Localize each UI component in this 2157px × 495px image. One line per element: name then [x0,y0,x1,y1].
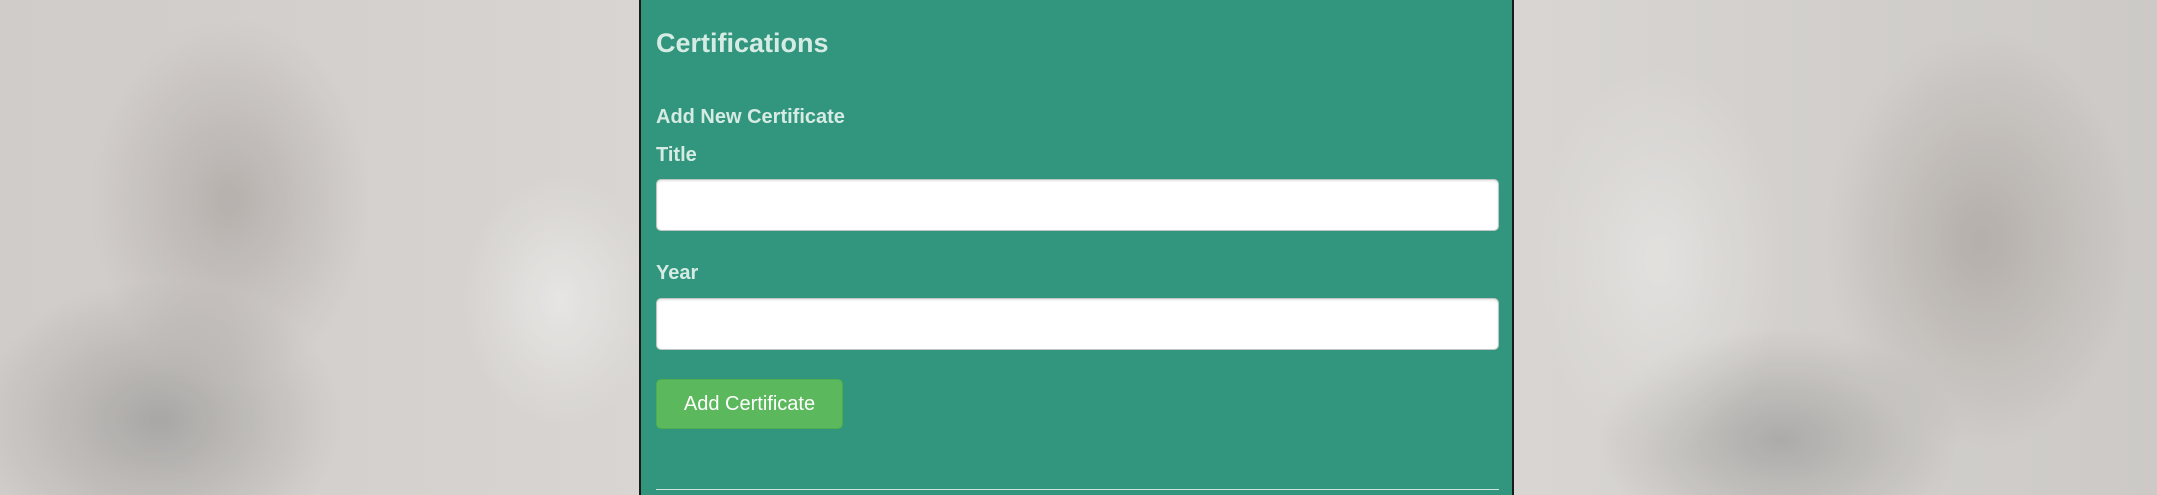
section-divider [656,489,1499,490]
add-certificate-button[interactable]: Add Certificate [656,379,843,429]
title-input[interactable] [656,179,1499,231]
year-label: Year [656,262,699,284]
section-title: Certifications [656,28,829,58]
certifications-panel: Certifications Add New Certificate Title… [639,0,1514,495]
add-certificate-heading: Add New Certificate [656,106,845,128]
title-label: Title [656,144,697,166]
year-input[interactable] [656,298,1499,350]
